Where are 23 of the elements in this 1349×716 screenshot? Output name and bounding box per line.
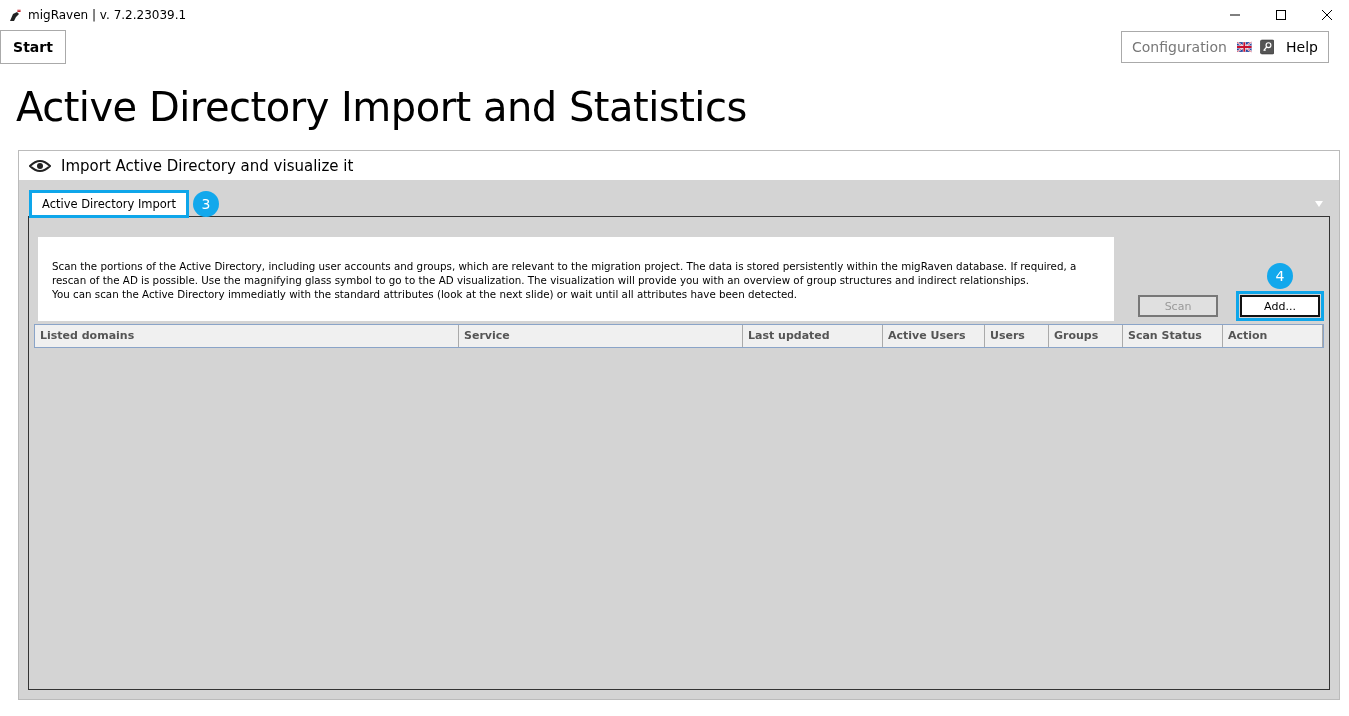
column-header[interactable]: Scan Status — [1123, 325, 1223, 347]
panel-title: Import Active Directory and visualize it — [61, 156, 354, 175]
column-header[interactable]: Action — [1223, 325, 1323, 347]
tab[interactable]: Active Directory Import — [29, 190, 190, 218]
page-heading: Active Directory Import and Statistics — [16, 83, 748, 132]
description-text: Scan the portions of the Active Directory, including user accounts and groups, which are relevant to the migration project. The data is stored persistently within the migRaven database. If required, a rescan of the AD is possible. Use the magnifying glass symbol to go to the AD visualization. The visualization will provide you with an overview of group structures and indirect relationships. You can scan the Active Directory immediatly with the standard attributes (look at the next slide) or wait until all attributes have been detected. — [38, 237, 1114, 321]
window-title: migRaven | v. 7.2.23039.1 — [28, 8, 187, 22]
column-header[interactable]: Listed domains — [35, 325, 459, 347]
configuration-link[interactable]: Configuration — [1132, 39, 1227, 55]
callout-badge: 4 — [1267, 262, 1293, 289]
column-header[interactable]: Last updated — [743, 325, 883, 347]
close-icon[interactable] — [1321, 9, 1333, 21]
maximize-icon[interactable] — [1275, 9, 1287, 21]
column-header[interactable]: Active Users — [883, 325, 985, 347]
start-button[interactable]: Start — [0, 30, 66, 64]
help-link[interactable]: Help — [1286, 39, 1318, 55]
column-header[interactable]: Users — [985, 325, 1049, 347]
uk-flag-icon[interactable] — [1236, 39, 1252, 55]
callout-badge: 3 — [193, 191, 220, 217]
eye-icon — [29, 158, 51, 173]
action-button[interactable]: Add... — [1240, 295, 1320, 317]
column-header[interactable]: Service — [459, 325, 743, 347]
column-header[interactable]: Groups — [1049, 325, 1123, 347]
